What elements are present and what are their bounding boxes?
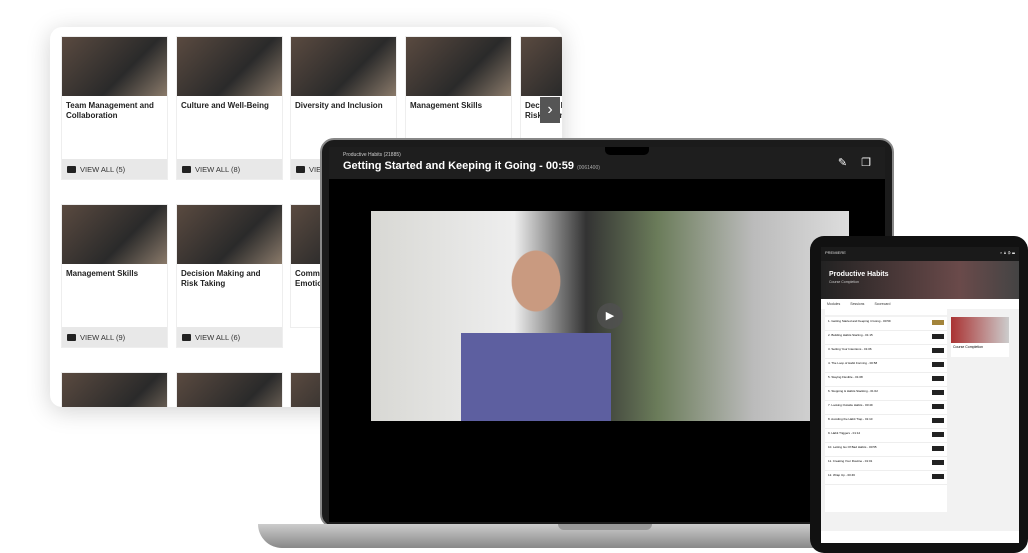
lesson-title: 5. Staying Flexible - 01:08 xyxy=(828,375,863,379)
nav-icons[interactable]: ⌕ ♟ ⚙ ☰ xyxy=(1000,250,1015,258)
completion-card: Course Completion xyxy=(951,317,1009,357)
laptop-device: Productive Habits (21885) Getting Starte… xyxy=(320,138,894,528)
category-card[interactable] xyxy=(61,372,168,407)
category-card[interactable] xyxy=(176,372,283,407)
lesson-code: (0061400) xyxy=(577,165,600,171)
view-all-label: VIEW ALL (9) xyxy=(80,332,126,342)
lesson-title: 1. Getting Started and Keeping it Going … xyxy=(828,319,891,323)
start-button[interactable] xyxy=(932,390,944,395)
card-title: Decision Making and Risk Taking xyxy=(181,269,261,288)
start-button[interactable] xyxy=(932,460,944,465)
lesson-row[interactable]: 1. Getting Started and Keeping it Going … xyxy=(825,317,947,331)
thumbnail xyxy=(406,37,511,96)
start-button[interactable] xyxy=(932,446,944,451)
lesson-row[interactable]: 6. Stopping & Habits Stacking - 01:02 xyxy=(825,387,947,401)
lesson-title: 7. Looking Outside Habits - 00:49 xyxy=(828,403,873,407)
thumbnail xyxy=(177,205,282,264)
video-frame-presenter xyxy=(461,226,611,421)
thumbnail xyxy=(291,37,396,96)
video-icon xyxy=(67,165,76,173)
lesson-row[interactable]: 2. Building Habits Starting - 01:15 xyxy=(825,331,947,345)
view-all-label: VIEW ALL (6) xyxy=(195,332,241,342)
view-all-button[interactable]: VIEW ALL (8) xyxy=(177,159,282,179)
category-card[interactable]: Management Skills VIEW ALL (9) xyxy=(61,204,168,348)
video-icon xyxy=(182,165,191,173)
course-title: Productive Habits xyxy=(829,271,889,278)
view-all-button[interactable]: VIEW ALL (9) xyxy=(62,327,167,347)
lesson-row[interactable]: 4. The Loop of Habit Forming - 00:58 xyxy=(825,359,947,373)
thumbnail xyxy=(521,37,562,96)
thumbnail xyxy=(62,205,167,264)
start-button[interactable] xyxy=(932,376,944,381)
lesson-title: 9. Habit Triggers - 01:12 xyxy=(828,431,861,435)
lesson-title: Getting Started and Keeping it Going - 0… xyxy=(343,160,575,172)
lesson-row[interactable]: 9. Habit Triggers - 01:12 xyxy=(825,429,947,443)
start-button[interactable] xyxy=(932,474,944,479)
next-arrow-button[interactable]: › xyxy=(540,97,560,123)
course-hero: Productive Habits Course Completion xyxy=(821,261,1019,299)
thumbnail xyxy=(177,373,282,407)
start-button[interactable] xyxy=(932,404,944,409)
start-button[interactable] xyxy=(932,334,944,339)
laptop-screen: Productive Habits (21885) Getting Starte… xyxy=(329,147,885,522)
lesson-row[interactable]: 5. Staying Flexible - 01:08 xyxy=(825,373,947,387)
card-title: Management Skills xyxy=(66,269,139,278)
view-all-label: VIEW ALL (5) xyxy=(80,164,126,174)
start-button[interactable] xyxy=(932,418,944,423)
video-icon xyxy=(182,333,191,341)
view-all-button[interactable]: VIEW ALL (6) xyxy=(177,327,282,347)
view-all-label: VIEW ALL (8) xyxy=(195,164,241,174)
completion-thumbnail xyxy=(951,317,1009,343)
lesson-title: 8. Avoiding the Habit Trap - 01:10 xyxy=(828,417,873,421)
thumbnail xyxy=(177,37,282,96)
category-card[interactable]: Decision Making and Risk Taking VIEW ALL … xyxy=(176,204,283,348)
lesson-title: 10. Letting Go Of Bad Habits - 00:55 xyxy=(828,445,877,449)
lesson-title: 4. The Loop of Habit Forming - 00:58 xyxy=(828,361,878,365)
camera-notch xyxy=(605,147,649,155)
category-card[interactable]: Team Management and Collaboration VIEW AL… xyxy=(61,36,168,180)
card-title: Culture and Well-Being xyxy=(181,101,269,110)
card-title: Team Management and Collaboration xyxy=(66,101,154,120)
tablet-screen: PREMIERE ⌕ ♟ ⚙ ☰ Productive Habits Course … xyxy=(821,247,1019,543)
lesson-row[interactable]: 11. Creating Your Routine - 01:01 xyxy=(825,457,947,471)
brand-logo: PREMIERE xyxy=(825,250,846,255)
thumbnail xyxy=(62,37,167,96)
course-subtitle: Course Completion xyxy=(829,280,859,284)
lesson-title: 6. Stopping & Habits Stacking - 01:02 xyxy=(828,389,878,393)
edit-icon[interactable]: ✎ xyxy=(838,156,847,169)
lesson-title: 2. Building Habits Starting - 01:15 xyxy=(828,333,873,337)
lesson-row[interactable]: 12. Wrap Up - 00:46 xyxy=(825,471,947,485)
tablet-navbar: PREMIERE ⌕ ♟ ⚙ ☰ xyxy=(821,247,1019,261)
continue-button[interactable] xyxy=(932,320,944,325)
lesson-row[interactable]: 10. Letting Go Of Bad Habits - 00:55 xyxy=(825,443,947,457)
view-all-button[interactable]: VIEW ALL (5) xyxy=(62,159,167,179)
play-icon[interactable]: ▶ xyxy=(597,303,623,329)
start-button[interactable] xyxy=(932,362,944,367)
video-player[interactable]: ▶ xyxy=(371,211,849,421)
lesson-row[interactable]: 7. Looking Outside Habits - 00:49 xyxy=(825,401,947,415)
tablet-device: PREMIERE ⌕ ♟ ⚙ ☰ Productive Habits Course … xyxy=(810,236,1028,553)
laptop-groove xyxy=(558,524,652,530)
lesson-row[interactable]: 8. Avoiding the Habit Trap - 01:10 xyxy=(825,415,947,429)
share-icon[interactable]: ❐ xyxy=(861,156,871,169)
course-description xyxy=(825,305,947,315)
thumbnail xyxy=(62,373,167,407)
category-card[interactable]: Culture and Well-Being VIEW ALL (8) xyxy=(176,36,283,180)
lesson-title: 3. Setting Your Intentions - 01:06 xyxy=(828,347,872,351)
lesson-title: 12. Wrap Up - 00:46 xyxy=(828,473,855,477)
start-button[interactable] xyxy=(932,348,944,353)
lesson-title: 11. Creating Your Routine - 01:01 xyxy=(828,459,873,463)
tablet-footer xyxy=(821,531,1019,543)
lesson-row[interactable]: 3. Setting Your Intentions - 01:06 xyxy=(825,345,947,359)
video-icon xyxy=(296,165,305,173)
lesson-list: 1. Getting Started and Keeping it Going … xyxy=(825,317,947,512)
completion-label: Course Completion xyxy=(953,345,983,349)
start-button[interactable] xyxy=(932,432,944,437)
video-icon xyxy=(67,333,76,341)
